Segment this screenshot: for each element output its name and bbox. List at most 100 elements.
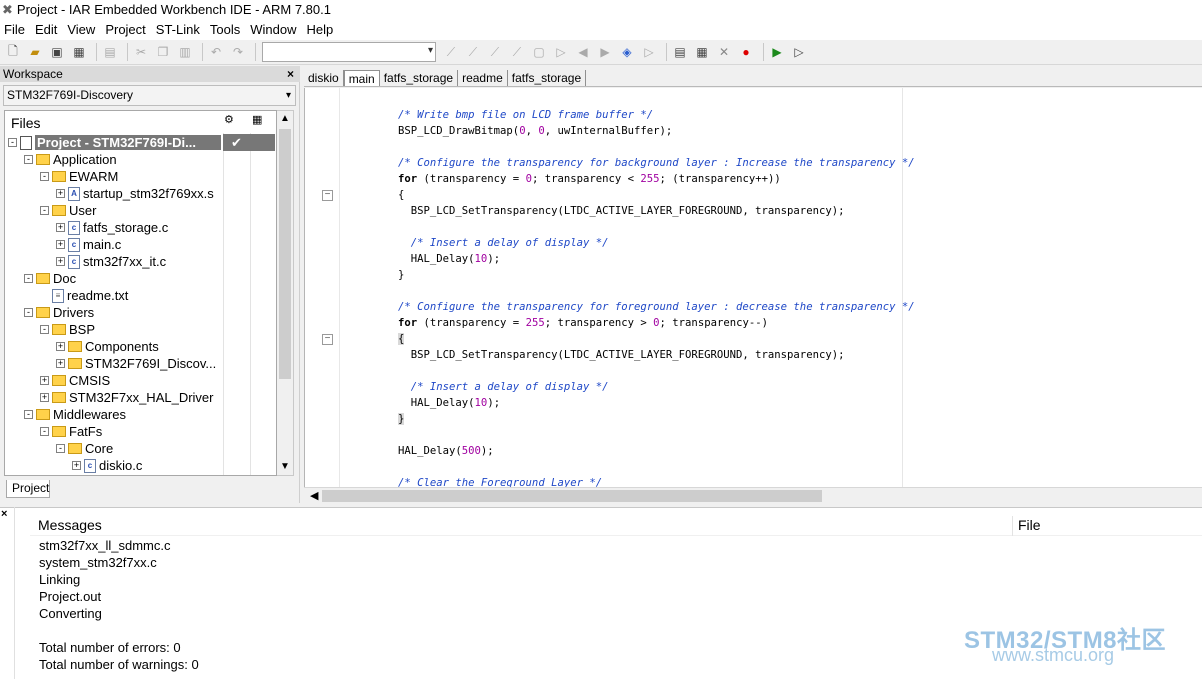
debug-no-download-icon[interactable]: ▷ <box>790 43 808 61</box>
collapse-icon[interactable]: - <box>24 155 33 164</box>
copy-icon[interactable]: ❐ <box>154 43 172 61</box>
expand-icon[interactable]: + <box>72 461 81 470</box>
collapse-icon[interactable]: - <box>24 308 33 317</box>
expand-icon[interactable]: + <box>56 359 65 368</box>
navigate-back-icon[interactable]: ◈ <box>618 43 636 61</box>
tree-item[interactable]: + CMSIS <box>40 372 110 389</box>
tree-item[interactable]: + c fatfs_storage.c <box>56 219 168 236</box>
print-icon[interactable]: ▤ <box>101 43 119 61</box>
menu-st-link[interactable]: ST-Link <box>152 22 206 37</box>
redo-icon[interactable]: ↷ <box>229 43 247 61</box>
tree-item[interactable]: - EWARM <box>40 168 118 185</box>
save-icon[interactable]: ▣ <box>48 43 66 61</box>
open-folder-icon[interactable]: ▰ <box>26 43 44 61</box>
prev-bookmark-icon[interactable]: ◀ <box>574 43 592 61</box>
expand-icon[interactable]: + <box>56 223 65 232</box>
editor-hscrollbar[interactable]: ◀ <box>304 487 1202 504</box>
expand-icon[interactable]: + <box>56 257 65 266</box>
goto-icon[interactable]: ▢ <box>530 43 548 61</box>
tree-item[interactable]: - FatFs <box>40 423 102 440</box>
collapse-icon[interactable]: - <box>40 325 49 334</box>
scroll-down-icon[interactable]: ▼ <box>280 461 290 472</box>
tab-fatfs-storage[interactable]: fatfs_storage <box>380 70 459 86</box>
tree-item[interactable]: - User <box>40 202 96 219</box>
download-debug-icon[interactable]: ▶ <box>768 43 786 61</box>
expand-icon[interactable]: + <box>56 189 65 198</box>
expand-icon[interactable]: + <box>40 376 49 385</box>
tree-item[interactable]: + STM32F769I_Discov... <box>56 355 216 372</box>
collapse-icon[interactable]: - <box>24 410 33 419</box>
menu-view[interactable]: View <box>63 22 101 37</box>
menu-file[interactable]: File <box>0 22 31 37</box>
tree-item[interactable]: + Astartup_stm32f769xx.s <box>56 185 214 202</box>
fold-toggle-icon[interactable]: − <box>322 190 333 201</box>
find-in-files-icon[interactable]: ⟋ <box>508 43 526 61</box>
collapse-icon[interactable]: - <box>8 138 17 147</box>
message-line[interactable]: Converting <box>39 606 102 621</box>
tree-item[interactable]: - Middlewares <box>24 406 126 423</box>
tab-fatfs-storage-2[interactable]: fatfs_storage <box>508 70 587 86</box>
expand-icon[interactable]: + <box>56 240 65 249</box>
configuration-select[interactable]: STM32F769I-Discovery ▾ <box>3 85 296 106</box>
make-icon[interactable]: ▦ <box>693 43 711 61</box>
scroll-up-icon[interactable]: ▲ <box>280 113 290 124</box>
tree-item[interactable]: - Core <box>56 440 113 457</box>
messages-column-header[interactable]: Messages <box>38 517 102 533</box>
message-line[interactable]: Linking <box>39 572 80 587</box>
build-column-icon[interactable]: ▦ <box>252 113 262 126</box>
cut-icon[interactable]: ✂ <box>132 43 150 61</box>
close-icon[interactable]: × <box>287 66 294 82</box>
tab-project[interactable]: Project <box>6 480 50 498</box>
collapse-icon[interactable]: - <box>24 274 33 283</box>
find-prev-icon[interactable]: ⟋ <box>486 43 504 61</box>
menu-edit[interactable]: Edit <box>31 22 63 37</box>
close-icon[interactable]: × <box>1 508 7 520</box>
new-file-icon[interactable]: 🗋 <box>4 43 22 61</box>
message-line[interactable]: Total number of warnings: 0 <box>39 657 199 672</box>
next-bookmark-icon[interactable]: ▶ <box>596 43 614 61</box>
bookmark-icon[interactable]: ▷ <box>552 43 570 61</box>
collapse-icon[interactable]: - <box>40 172 49 181</box>
paste-icon[interactable]: ▥ <box>176 43 194 61</box>
tree-item[interactable]: + c main.c <box>56 236 121 253</box>
tab-diskio[interactable]: diskio <box>304 70 344 86</box>
collapse-icon[interactable]: - <box>40 206 49 215</box>
find-next-icon[interactable]: ⟋ <box>464 43 482 61</box>
tree-item[interactable]: ≡ readme.txt <box>40 287 128 304</box>
options-column-icon[interactable]: ⚙ <box>224 113 234 126</box>
tree-item[interactable]: - Drivers <box>24 304 94 321</box>
code-editor[interactable] <box>304 88 1202 487</box>
tree-item[interactable]: - BSP <box>40 321 95 338</box>
tree-item[interactable]: + Components <box>56 338 159 355</box>
collapse-icon[interactable]: - <box>56 444 65 453</box>
file-column-header[interactable]: File <box>1018 517 1041 533</box>
tab-main[interactable]: main <box>343 70 380 86</box>
collapse-icon[interactable]: - <box>40 427 49 436</box>
message-line[interactable]: Project.out <box>39 589 101 604</box>
column-divider[interactable] <box>1012 516 1013 536</box>
scroll-left-icon[interactable]: ◀ <box>310 489 318 502</box>
tree-item[interactable]: + STM32F7xx_HAL_Driver <box>40 389 214 406</box>
files-column-header[interactable]: Files <box>11 115 41 131</box>
expand-icon[interactable]: + <box>56 342 65 351</box>
menu-project[interactable]: Project <box>101 22 151 37</box>
editor-gutter[interactable] <box>305 88 340 487</box>
message-line[interactable]: Total number of errors: 0 <box>39 640 181 655</box>
find-icon[interactable]: ⟋ <box>442 43 460 61</box>
tree-item[interactable]: + c diskio.c <box>72 457 142 474</box>
tree-item[interactable]: + c stm32f7xx_it.c <box>56 253 166 270</box>
menu-window[interactable]: Window <box>246 22 302 37</box>
message-line[interactable]: stm32f7xx_ll_sdmmc.c <box>39 538 170 553</box>
find-combo[interactable]: ▾ <box>262 42 436 62</box>
fold-toggle-icon[interactable]: − <box>322 334 333 345</box>
menu-help[interactable]: Help <box>302 22 339 37</box>
navigate-forward-icon[interactable]: ▷ <box>640 43 658 61</box>
scrollbar-thumb[interactable] <box>322 490 822 502</box>
tree-scrollbar[interactable]: ▲ ▼ <box>277 110 294 476</box>
compile-icon[interactable]: ▤ <box>671 43 689 61</box>
expand-icon[interactable]: + <box>40 393 49 402</box>
scrollbar-thumb[interactable] <box>279 129 291 379</box>
tab-readme[interactable]: readme <box>458 70 508 86</box>
toggle-breakpoint-icon[interactable]: ● <box>737 43 755 61</box>
tree-item[interactable]: - Doc <box>24 270 76 287</box>
